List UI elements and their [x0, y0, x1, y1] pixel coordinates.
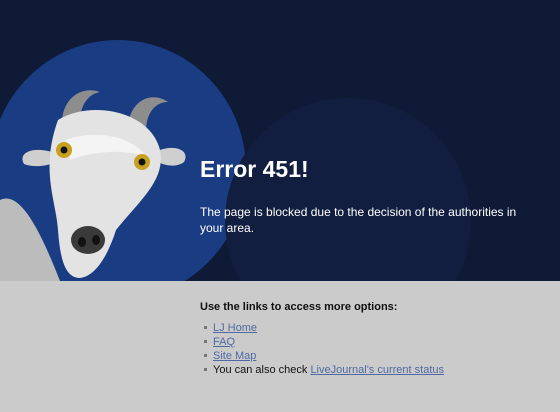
list-item: Site Map — [204, 349, 444, 363]
links-footer: Use the links to access more options: LJ… — [0, 281, 560, 412]
site-map-link[interactable]: Site Map — [213, 350, 256, 362]
error-title: Error 451! — [200, 156, 309, 182]
list-item: LJ Home — [204, 321, 444, 335]
error-message: The page is blocked due to the decision … — [200, 205, 517, 235]
faq-link[interactable]: FAQ — [213, 336, 235, 348]
list-item: You can also check LiveJournal's current… — [204, 363, 444, 377]
list-item: FAQ — [204, 335, 444, 349]
current-status-link[interactable]: LiveJournal's current status — [310, 364, 444, 376]
goat-icon — [0, 90, 186, 281]
links-heading: Use the links to access more options: — [200, 301, 398, 313]
lj-home-link[interactable]: LJ Home — [213, 322, 257, 334]
status-prefix: You can also check — [213, 364, 311, 376]
error-hero: Error 451! The page is blocked due to th… — [0, 0, 560, 281]
link-list: LJ Home FAQ Site Map You can also check … — [204, 321, 444, 377]
hero-circle-dark — [225, 98, 471, 281]
